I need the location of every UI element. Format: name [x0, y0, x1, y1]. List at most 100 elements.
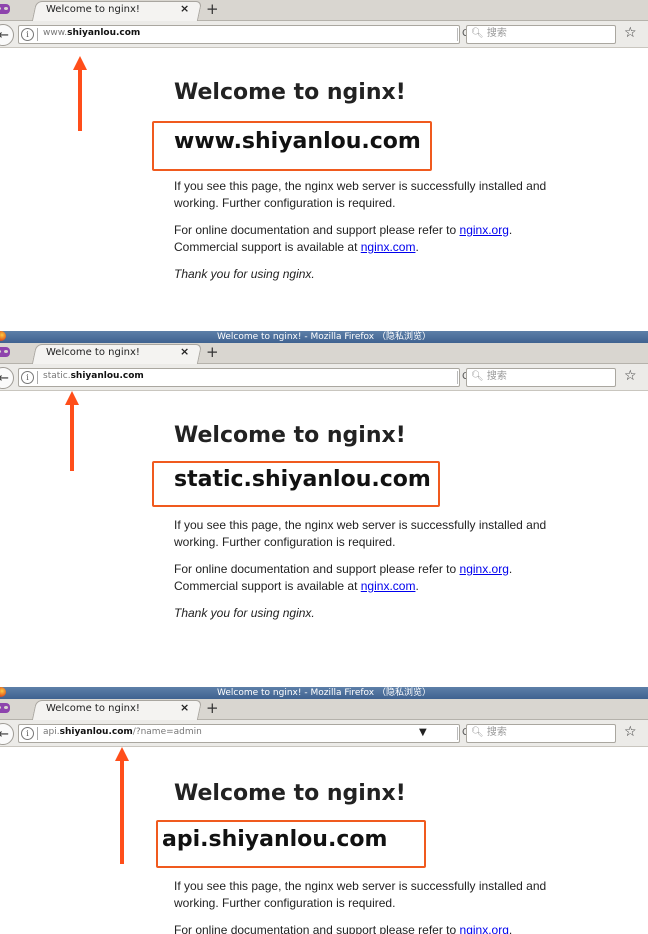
url-prefix: www. — [43, 28, 68, 38]
nginx-com-link[interactable]: nginx.com — [361, 579, 416, 593]
install-message: If you see this page, the nginx web serv… — [174, 178, 584, 212]
tab-close-icon[interactable]: × — [180, 345, 189, 358]
url-domain: shiyanlou.com — [67, 28, 141, 38]
docs-text: For online documentation and support ple… — [174, 223, 460, 237]
install-message: If you see this page, the nginx web serv… — [174, 878, 584, 912]
private-browsing-mask-icon — [0, 347, 10, 357]
private-browsing-mask-icon — [0, 703, 10, 713]
window-titlebar: Welcome to nginx! - Mozilla Firefox （隐私浏… — [0, 331, 648, 343]
url-bar[interactable]: i www.shiyanlou.com C — [18, 25, 469, 44]
nginx-welcome-content: Welcome to nginx! — [174, 80, 584, 105]
hostname-highlight-box: api.shiyanlou.com — [156, 820, 426, 868]
arrow-shaft — [70, 404, 74, 471]
url-domain: shiyanlou.com — [70, 371, 144, 381]
url-text[interactable]: www.shiyanlou.com — [43, 28, 140, 38]
hostname-label: www.shiyanlou.com — [174, 129, 421, 154]
firefox-logo-icon — [0, 331, 6, 341]
hostname-highlight-box: www.shiyanlou.com — [152, 121, 432, 171]
docs-period: . — [508, 223, 513, 237]
site-info-icon[interactable]: i — [21, 371, 34, 384]
tab-label: Welcome to nginx! — [46, 703, 140, 714]
arrow-head — [115, 747, 129, 761]
support-period: . — [415, 240, 419, 254]
install-line-1: If you see this page, the nginx web serv… — [174, 518, 547, 532]
search-input[interactable]: 🔍︎ 搜索 — [466, 368, 616, 387]
new-tab-button[interactable]: + — [206, 699, 219, 717]
magnifier-icon: 🔍︎ — [471, 28, 484, 39]
url-text[interactable]: static.shiyanlou.com — [43, 371, 144, 381]
docs-period: . — [508, 923, 513, 934]
docs-period: . — [508, 562, 513, 576]
nginx-org-link[interactable]: nginx.org — [460, 223, 509, 237]
url-prefix: api. — [43, 727, 60, 737]
hostname-highlight-box: static.shiyanlou.com — [152, 461, 440, 507]
arrow-shaft — [120, 760, 124, 864]
search-input[interactable]: 🔍︎ 搜索 — [466, 25, 616, 44]
page-heading: Welcome to nginx! — [174, 781, 406, 806]
browser-window-static: Welcome to nginx! - Mozilla Firefox （隐私浏… — [0, 331, 648, 681]
arrow-head — [65, 391, 79, 405]
site-info-icon[interactable]: i — [21, 28, 34, 41]
support-period: . — [415, 579, 419, 593]
hostname-label: api.shiyanlou.com — [162, 827, 388, 852]
back-button[interactable]: ← — [0, 367, 14, 389]
install-line-1: If you see this page, the nginx web serv… — [174, 879, 547, 893]
page-heading: Welcome to nginx! — [174, 80, 406, 105]
navigation-bar: ← i api.shiyanlou.com/?name=admin ▼ C 🔍︎… — [0, 720, 648, 747]
nginx-body-text: If you see this page, the nginx web serv… — [174, 878, 584, 934]
tab-label: Welcome to nginx! — [46, 4, 140, 15]
docs-message: For online documentation and support ple… — [174, 561, 584, 595]
url-separator — [37, 727, 38, 740]
magnifier-icon: 🔍︎ — [471, 371, 484, 382]
tab-bar: Welcome to nginx! × + — [0, 0, 648, 21]
tab-close-icon[interactable]: × — [180, 2, 189, 15]
nginx-org-link[interactable]: nginx.org — [460, 562, 509, 576]
url-bar[interactable]: i api.shiyanlou.com/?name=admin ▼ C — [18, 724, 469, 743]
nginx-org-link[interactable]: nginx.org — [460, 923, 509, 934]
docs-message: For online documentation and support ple… — [174, 222, 584, 256]
back-button[interactable]: ← — [0, 723, 14, 745]
tab-close-icon[interactable]: × — [180, 701, 189, 714]
support-text: Commercial support is available at — [174, 579, 361, 593]
nginx-com-link[interactable]: nginx.com — [361, 240, 416, 254]
firefox-logo-icon — [0, 687, 6, 697]
browser-window-www: Welcome to nginx! - Mozilla Firefox （隐私浏… — [0, 0, 648, 318]
navigation-bar: ← i static.shiyanlou.com C 🔍︎ 搜索 ☆ — [0, 364, 648, 391]
browser-window-api: Welcome to nginx! - Mozilla Firefox （隐私浏… — [0, 687, 648, 934]
bookmark-star-icon[interactable]: ☆ — [624, 25, 637, 41]
bookmark-star-icon[interactable]: ☆ — [624, 724, 637, 740]
url-domain: shiyanlou.com — [59, 727, 133, 737]
back-button[interactable]: ← — [0, 24, 14, 46]
window-titlebar: Welcome to nginx! - Mozilla Firefox （隐私浏… — [0, 687, 648, 699]
url-prefix: static. — [43, 371, 71, 381]
docs-message: For online documentation and support ple… — [174, 922, 584, 934]
thanks-message: Thank you for using nginx. — [174, 267, 315, 281]
new-tab-button[interactable]: + — [206, 0, 219, 18]
private-browsing-mask-icon — [0, 4, 10, 14]
arrow-head — [73, 56, 87, 70]
install-line-1: If you see this page, the nginx web serv… — [174, 179, 547, 193]
hostname-label: static.shiyanlou.com — [174, 467, 431, 492]
search-placeholder: 搜索 — [486, 727, 507, 738]
nginx-welcome-content: Welcome to nginx! — [174, 423, 584, 448]
install-line-2: working. Further configuration is requir… — [174, 896, 396, 910]
url-text[interactable]: api.shiyanlou.com/?name=admin — [43, 727, 202, 737]
page-heading: Welcome to nginx! — [174, 423, 406, 448]
url-separator — [37, 28, 38, 41]
url-separator — [37, 371, 38, 384]
magnifier-icon: 🔍︎ — [471, 727, 484, 738]
tab-bar: Welcome to nginx! × + — [0, 343, 648, 364]
window-title: Welcome to nginx! - Mozilla Firefox （隐私浏… — [217, 332, 431, 342]
new-tab-button[interactable]: + — [206, 343, 219, 361]
url-bar[interactable]: i static.shiyanlou.com C — [18, 368, 469, 387]
nginx-body-text: If you see this page, the nginx web serv… — [174, 517, 584, 622]
bookmark-star-icon[interactable]: ☆ — [624, 368, 637, 384]
docs-text: For online documentation and support ple… — [174, 923, 460, 934]
search-placeholder: 搜索 — [486, 28, 507, 39]
url-history-dropdown-icon[interactable]: ▼ — [419, 727, 427, 738]
install-line-2: working. Further configuration is requir… — [174, 535, 396, 549]
site-info-icon[interactable]: i — [21, 727, 34, 740]
install-message: If you see this page, the nginx web serv… — [174, 517, 584, 551]
search-input[interactable]: 🔍︎ 搜索 — [466, 724, 616, 743]
arrow-shaft — [78, 69, 82, 131]
